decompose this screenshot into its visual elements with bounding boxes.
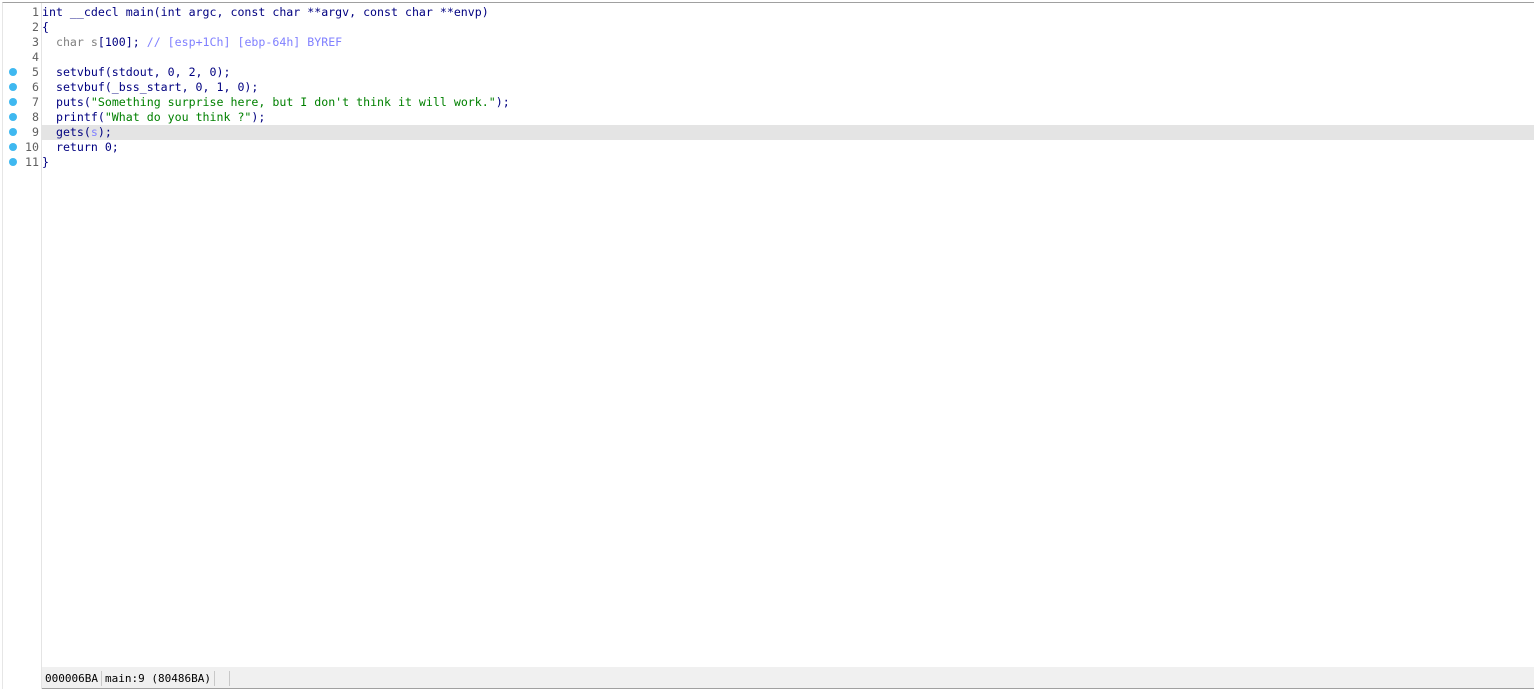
code-token-kw: } <box>42 155 49 169</box>
code-token-str: "Something surprise here, but I don't th… <box>90 95 496 109</box>
code-token-kw: return 0; <box>42 140 119 154</box>
code-token-kw: ); <box>251 110 266 124</box>
line-number: 2 <box>32 20 39 34</box>
breakpoint-dot-icon[interactable] <box>9 158 17 166</box>
code-token-gray: char s <box>42 35 98 49</box>
line-number-gutter[interactable]: 1 2 3 4 5 6 7 8 9 10 11 <box>3 3 42 689</box>
code-token-str: "What do you think ?" <box>104 110 252 124</box>
code-token-kw: ); <box>495 95 510 109</box>
code-line[interactable]: puts("Something surprise here, but I don… <box>42 95 1534 110</box>
code-area[interactable]: int __cdecl main(int argc, const char **… <box>42 3 1534 667</box>
code-token-cmt: // [esp+1Ch] [ebp-64h] BYREF <box>146 35 343 49</box>
code-token-kw: printf( <box>42 110 105 124</box>
line-number: 4 <box>32 50 39 64</box>
code-token-kw: ); <box>97 125 112 139</box>
status-offset: 000006BA <box>42 670 102 686</box>
code-token-kw: puts( <box>42 95 91 109</box>
code-token-kw: setvbuf(stdout, 0, 2, 0); <box>42 65 231 79</box>
code-line[interactable]: char s[100]; // [esp+1Ch] [ebp-64h] BYRE… <box>42 35 1534 50</box>
status-empty-cell <box>215 670 230 686</box>
status-location: main:9 (80486BA) <box>102 670 215 686</box>
code-token-var: s <box>90 125 98 139</box>
code-line[interactable]: } <box>42 155 1534 170</box>
breakpoint-dot-icon[interactable] <box>9 98 17 106</box>
code-token-kw: { <box>42 20 49 34</box>
code-line[interactable]: return 0; <box>42 140 1534 155</box>
code-line[interactable]: { <box>42 20 1534 35</box>
code-token-kw: [100]; <box>97 35 147 49</box>
code-token-kw: gets( <box>42 125 91 139</box>
code-line[interactable]: setvbuf(_bss_start, 0, 1, 0); <box>42 80 1534 95</box>
code-line[interactable] <box>42 50 1534 65</box>
breakpoint-dot-icon[interactable] <box>9 68 17 76</box>
pseudocode-view: 1 2 3 4 5 6 7 8 9 10 11 int __cdecl main(int argc,… <box>2 2 1534 689</box>
code-line[interactable]: printf("What do you think ?"); <box>42 110 1534 125</box>
code-line[interactable]: setvbuf(stdout, 0, 2, 0); <box>42 65 1534 80</box>
code-line[interactable]: gets(s); <box>42 125 1534 140</box>
status-bar: 000006BA main:9 (80486BA) <box>42 667 1534 689</box>
line-number: 1 <box>32 5 39 19</box>
breakpoint-dot-icon[interactable] <box>9 83 17 91</box>
line-number: 3 <box>32 35 39 49</box>
breakpoint-dot-icon[interactable] <box>9 143 17 151</box>
code-line[interactable]: int __cdecl main(int argc, const char **… <box>42 5 1534 20</box>
breakpoint-dot-icon[interactable] <box>9 128 17 136</box>
code-token-kw: int __cdecl main(int argc, const char **… <box>42 5 489 19</box>
breakpoint-dot-icon[interactable] <box>9 113 17 121</box>
code-token-kw: setvbuf(_bss_start, 0, 1, 0); <box>42 80 259 94</box>
